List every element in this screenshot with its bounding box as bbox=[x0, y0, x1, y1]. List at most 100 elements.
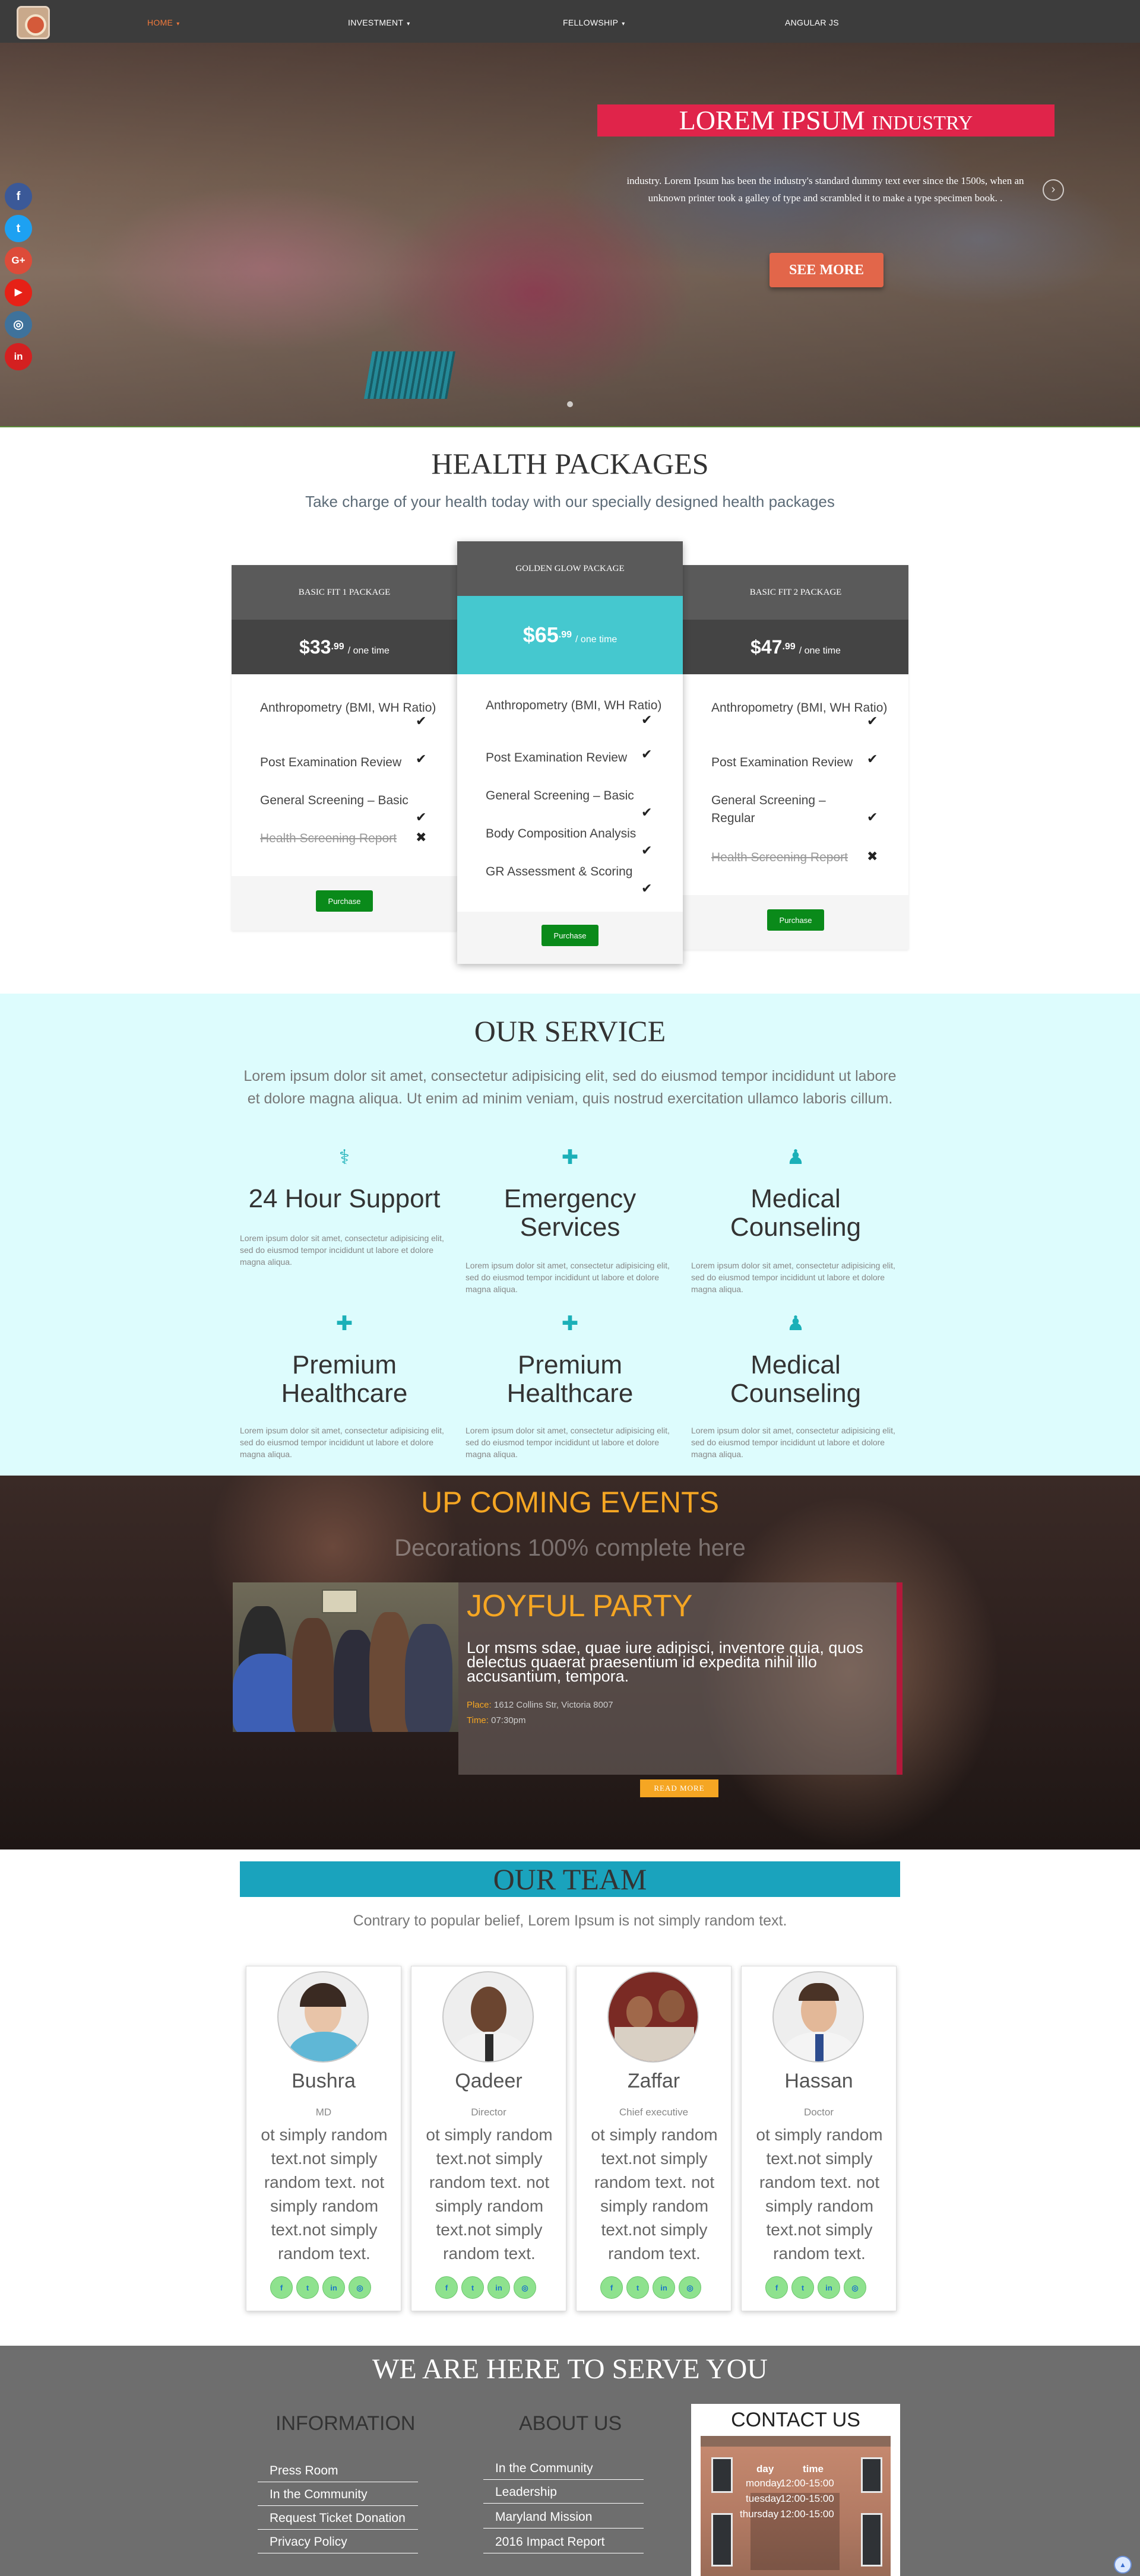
instagram-icon[interactable]: ◎ bbox=[679, 2276, 701, 2299]
read-more-button[interactable]: READ MORE bbox=[640, 1779, 718, 1797]
service-item-title: Medical Counseling bbox=[730, 1184, 862, 1242]
feature-item: Anthropometry (BMI, WH Ratio) bbox=[260, 701, 436, 715]
feature-item: GR Assessment & Scoring bbox=[486, 865, 633, 878]
contact-box: CONTACT US day time monday 12:00-15:00 t… bbox=[691, 2404, 900, 2576]
site-logo[interactable] bbox=[17, 6, 50, 39]
twitter-icon[interactable]: t bbox=[791, 2276, 814, 2299]
contact-heading: CONTACT US bbox=[731, 2409, 860, 2431]
footer-link[interactable]: Leadership bbox=[483, 2481, 644, 2504]
instagram-icon[interactable]: ◎ bbox=[349, 2276, 371, 2299]
instagram-icon[interactable]: ◎ bbox=[844, 2276, 866, 2299]
contact-row-day: monday bbox=[746, 2477, 782, 2489]
hero-slider bbox=[0, 43, 1140, 427]
feature-item: General Screening – Basic bbox=[486, 789, 634, 802]
footer-link[interactable]: Request Ticket Donation bbox=[258, 2507, 418, 2530]
hero-image bbox=[0, 43, 1140, 426]
package-name: BASIC FIT 2 PACKAGE bbox=[683, 565, 908, 620]
nav-investment[interactable]: INVESTMENT ▾ bbox=[348, 18, 410, 27]
team-member-card: Hassan Doctor ot simply random text.not … bbox=[741, 1966, 897, 2311]
member-name: Zaffar bbox=[627, 2070, 680, 2092]
linkedin-icon[interactable]: in bbox=[5, 343, 32, 370]
check-icon: ✔ bbox=[641, 805, 653, 820]
facebook-icon[interactable]: f bbox=[270, 2276, 293, 2299]
footer-link[interactable]: Privacy Policy bbox=[258, 2531, 418, 2553]
package-card-basic-fit-1: BASIC FIT 1 PACKAGE $33.99/ one time Ant… bbox=[232, 565, 457, 931]
contact-building-image bbox=[701, 2436, 891, 2576]
top-navbar: HOME ▾ INVESTMENT ▾ FELLOWSHIP ▾ ANGULAR JS bbox=[0, 0, 1140, 43]
team-title: OUR TEAM bbox=[240, 1861, 900, 1897]
chevron-down-icon: ▾ bbox=[407, 21, 410, 27]
cross-icon: ✖ bbox=[867, 849, 878, 864]
avatar bbox=[772, 1971, 864, 2063]
check-icon: ✔ bbox=[416, 713, 427, 728]
package-price: $33.99/ one time bbox=[232, 620, 457, 674]
slider-next-icon[interactable]: › bbox=[1043, 179, 1064, 201]
twitter-icon[interactable]: t bbox=[461, 2276, 484, 2299]
events-subtitle: Decorations 100% complete here bbox=[394, 1535, 746, 1561]
packages-subtitle: Take charge of your health today with ou… bbox=[305, 493, 835, 510]
package-name: BASIC FIT 1 PACKAGE bbox=[232, 565, 457, 620]
medkit-icon: ✚ bbox=[335, 1312, 353, 1335]
events-title: UP COMING EVENTS bbox=[421, 1486, 719, 1519]
twitter-icon[interactable]: t bbox=[296, 2276, 319, 2299]
contact-col-time: time bbox=[803, 2463, 824, 2475]
instagram-icon[interactable]: ◎ bbox=[5, 311, 32, 338]
chevron-down-icon: ▾ bbox=[622, 21, 625, 27]
feature-item: Body Composition Analysis bbox=[486, 827, 636, 840]
service-lead: Lorem ipsum dolor sit amet, consectetur … bbox=[243, 1068, 897, 1107]
service-item-title: Emergency Services bbox=[504, 1184, 636, 1242]
scroll-top-icon[interactable]: ▲ bbox=[1114, 2556, 1132, 2574]
google-plus-icon[interactable]: G+ bbox=[5, 247, 32, 274]
medkit-icon: ✚ bbox=[561, 1312, 579, 1335]
feature-item: Post Examination Review bbox=[260, 756, 402, 769]
linkedin-icon[interactable]: in bbox=[322, 2276, 345, 2299]
slider-dot[interactable] bbox=[567, 401, 573, 407]
hero-image-basket bbox=[363, 351, 456, 399]
purchase-button[interactable]: Purchase bbox=[316, 890, 373, 912]
contact-row-day: tuesday bbox=[746, 2493, 781, 2504]
member-bio: ot simply random text.not simply random … bbox=[591, 2125, 718, 2263]
event-name: JOYFUL PARTY bbox=[467, 1589, 693, 1623]
nav-home[interactable]: HOME ▾ bbox=[147, 18, 180, 27]
contact-row-time: 12:00-15:00 bbox=[780, 2508, 834, 2520]
member-bio: ot simply random text.not simply random … bbox=[426, 2125, 553, 2263]
avatar bbox=[607, 1971, 699, 2063]
footer-link[interactable]: Maryland Mission bbox=[483, 2506, 644, 2529]
event-place: Place: 1612 Collins Str, Victoria 8007 bbox=[467, 1700, 613, 1710]
feature-item-disabled: Health Screening Report bbox=[711, 851, 848, 864]
feature-item: General Screening – Regular bbox=[711, 794, 826, 825]
twitter-icon[interactable]: t bbox=[5, 215, 32, 242]
member-name: Qadeer bbox=[455, 2070, 522, 2092]
linkedin-icon[interactable]: in bbox=[818, 2276, 840, 2299]
purchase-button[interactable]: Purchase bbox=[542, 925, 598, 946]
youtube-icon[interactable]: ▶ bbox=[5, 279, 32, 306]
nav-fellowship[interactable]: FELLOWSHIP ▾ bbox=[563, 18, 625, 27]
twitter-icon[interactable]: t bbox=[626, 2276, 649, 2299]
check-icon: ✔ bbox=[416, 751, 427, 766]
footer-link[interactable]: In the Community bbox=[258, 2483, 418, 2506]
package-card-basic-fit-2: BASIC FIT 2 PACKAGE $47.99/ one time Ant… bbox=[683, 565, 908, 950]
check-icon: ✔ bbox=[641, 712, 653, 727]
check-icon: ✔ bbox=[641, 881, 653, 896]
member-role: Director bbox=[471, 2107, 506, 2118]
linkedin-icon[interactable]: in bbox=[653, 2276, 675, 2299]
facebook-icon[interactable]: f bbox=[600, 2276, 623, 2299]
hero-text: industry. Lorem Ipsum has been the indus… bbox=[626, 175, 1024, 204]
facebook-icon[interactable]: f bbox=[435, 2276, 458, 2299]
nav-angular-js[interactable]: ANGULAR JS bbox=[785, 18, 839, 27]
footer-link[interactable]: Press Room bbox=[258, 2460, 418, 2482]
footer-link[interactable]: 2016 Impact Report bbox=[483, 2531, 644, 2553]
footer-link[interactable]: In the Community bbox=[483, 2457, 644, 2480]
facebook-icon[interactable]: f bbox=[765, 2276, 788, 2299]
hero-title: LOREM IPSUM INDUSTRY bbox=[597, 104, 1054, 137]
feature-item-disabled: Health Screening Report bbox=[260, 832, 397, 845]
facebook-icon[interactable]: f bbox=[5, 183, 32, 210]
event-time: Time: 07:30pm bbox=[467, 1715, 526, 1725]
member-role: Chief executive bbox=[619, 2107, 689, 2118]
purchase-button[interactable]: Purchase bbox=[767, 909, 824, 931]
team-subtitle: Contrary to popular belief, Lorem Ipsum … bbox=[353, 1912, 787, 1929]
see-more-button[interactable]: SEE MORE bbox=[770, 253, 884, 287]
member-role: MD bbox=[315, 2107, 332, 2118]
linkedin-icon[interactable]: in bbox=[487, 2276, 510, 2299]
instagram-icon[interactable]: ◎ bbox=[514, 2276, 536, 2299]
